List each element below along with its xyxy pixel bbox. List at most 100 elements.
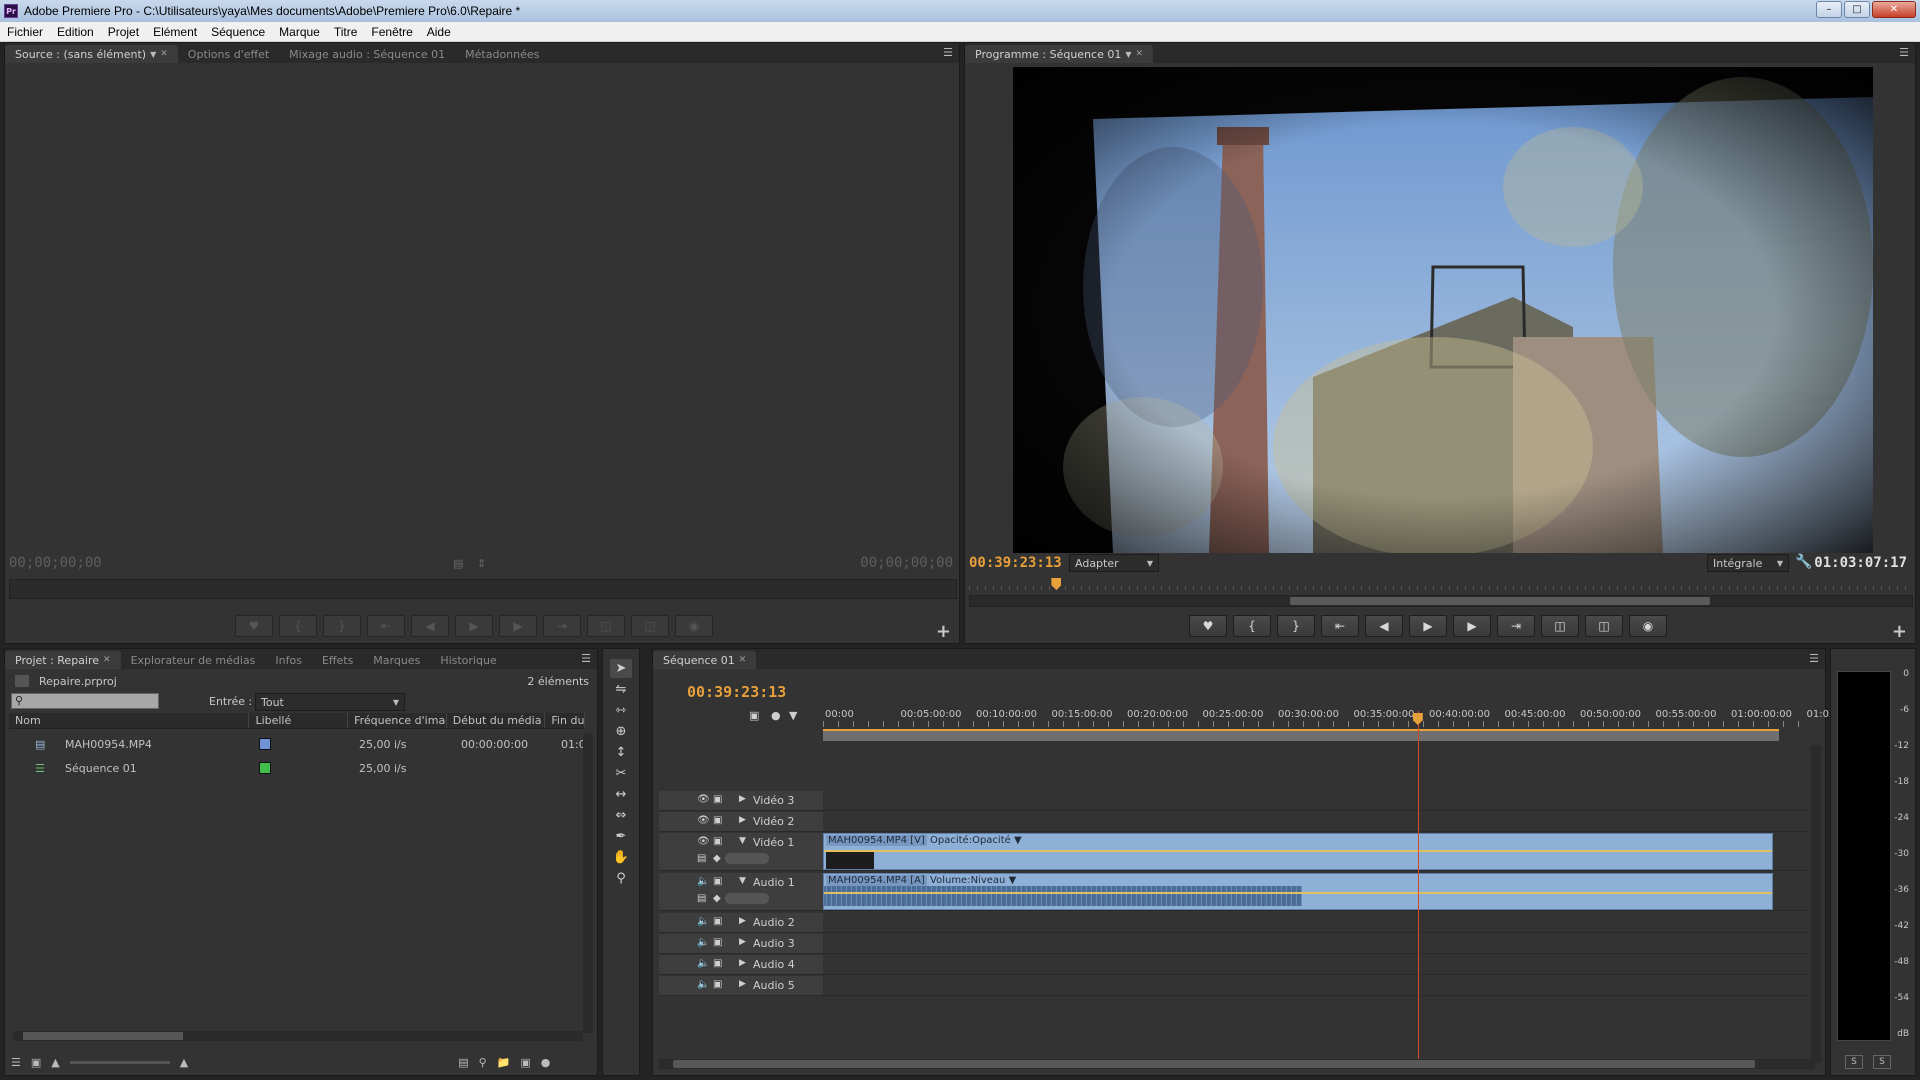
- entree-dropdown[interactable]: Tout ▼: [255, 693, 405, 711]
- mark-in-icon[interactable]: {: [1233, 615, 1271, 637]
- close-window-button[interactable]: ✕: [1872, 1, 1916, 18]
- step-forward-icon[interactable]: ▶: [1453, 615, 1491, 637]
- insert-icon[interactable]: ◫: [587, 615, 625, 637]
- track-header-audio4[interactable]: 🔈 ▣ ▶ Audio 4: [659, 955, 823, 975]
- menu-sequence[interactable]: Séquence: [204, 25, 272, 39]
- panel-menu-icon[interactable]: ☰: [1899, 46, 1909, 59]
- step-back-icon[interactable]: ◀: [411, 615, 449, 637]
- video-clip-effect[interactable]: Opacité:Opacité: [930, 835, 1011, 846]
- sync-lock-icon[interactable]: ▣: [713, 979, 722, 990]
- play-icon[interactable]: ▶: [455, 615, 493, 637]
- project-vertical-scrollbar[interactable]: [583, 733, 593, 1033]
- collapse-triangle-icon[interactable]: ▼: [739, 876, 746, 886]
- tab-program[interactable]: Programme : Séquence 01 ▼ ✕: [965, 45, 1154, 63]
- timeline-playhead-line[interactable]: [1417, 711, 1419, 1069]
- quality-dropdown[interactable]: Intégrale ▼: [1707, 554, 1789, 572]
- new-item-icon[interactable]: ▣: [520, 1056, 530, 1069]
- project-row-clip[interactable]: ▤ MAH00954.MP4 25,00 i/s 00:00:00:00 01:…: [9, 733, 586, 755]
- expand-triangle-icon[interactable]: ▶: [739, 794, 746, 804]
- work-area-bar[interactable]: [823, 729, 1779, 741]
- column-media-end[interactable]: Fin du m: [545, 713, 585, 728]
- list-view-icon[interactable]: ☰: [11, 1056, 21, 1069]
- mark-out-icon[interactable]: }: [323, 615, 361, 637]
- hand-tool-icon[interactable]: ✋: [610, 848, 632, 867]
- tab-metadata[interactable]: Métadonnées: [455, 45, 549, 63]
- track-header-audio2[interactable]: 🔈 ▣ ▶ Audio 2: [659, 913, 823, 933]
- razor-tool-icon[interactable]: ✂: [610, 764, 632, 783]
- go-to-in-icon[interactable]: ⇤: [1321, 615, 1359, 637]
- menu-projet[interactable]: Projet: [101, 25, 146, 39]
- automate-icon[interactable]: ▤: [458, 1056, 468, 1069]
- eye-icon[interactable]: 👁: [697, 815, 710, 826]
- add-marker-icon[interactable]: ●: [771, 709, 781, 722]
- timeline-ruler[interactable]: 00:00 00:05:00:00 00:10:00:00 00:15:00:00 00…: [823, 699, 1845, 729]
- fit-dropdown[interactable]: Adapter ▼: [1069, 554, 1159, 572]
- tab-audio-mixer[interactable]: Mixage audio : Séquence 01: [279, 45, 455, 63]
- drag-audio-icon[interactable]: ⇕: [477, 557, 486, 570]
- program-zoom-scrollbar[interactable]: [969, 595, 1913, 607]
- maximize-button[interactable]: □: [1844, 1, 1870, 18]
- icon-view-icon[interactable]: ▣: [31, 1056, 41, 1069]
- track-select-tool-icon[interactable]: ⇋: [610, 680, 632, 699]
- keyframe-nav[interactable]: [725, 853, 769, 864]
- collapse-triangle-icon[interactable]: ▼: [739, 836, 746, 846]
- slip-tool-icon[interactable]: ↔: [610, 785, 632, 804]
- tab-media-browser[interactable]: Explorateur de médias: [121, 651, 266, 669]
- clear-icon[interactable]: ●: [541, 1056, 551, 1069]
- sync-lock-icon[interactable]: ▣: [713, 876, 722, 887]
- track-header-video2[interactable]: 👁 ▣ ▶ Vidéo 2: [659, 812, 823, 832]
- close-tab-icon[interactable]: ✕: [160, 49, 168, 59]
- tab-effects[interactable]: Effets: [312, 651, 363, 669]
- keyframe-nav[interactable]: [725, 893, 769, 904]
- play-icon[interactable]: ▶: [1409, 615, 1447, 637]
- waveform-icon[interactable]: ▤: [697, 893, 706, 904]
- project-row-sequence[interactable]: ☰ Séquence 01 25,00 i/s: [9, 757, 585, 779]
- track-lane-audio1[interactable]: MAH00954.MP4 [A] Volume:Niveau ▼: [823, 873, 1809, 911]
- panel-menu-icon[interactable]: ☰: [943, 46, 953, 59]
- menu-edition[interactable]: Edition: [50, 25, 101, 39]
- track-header-audio3[interactable]: 🔈 ▣ ▶ Audio 3: [659, 934, 823, 954]
- sync-lock-icon[interactable]: ▣: [713, 916, 722, 927]
- chevron-down-icon[interactable]: ▼: [1125, 50, 1131, 59]
- go-to-out-icon[interactable]: ⇥: [543, 615, 581, 637]
- tab-effect-options[interactable]: Options d'effet: [178, 45, 279, 63]
- drag-video-icon[interactable]: ▤: [453, 557, 463, 570]
- speaker-icon[interactable]: 🔈: [697, 937, 709, 948]
- column-media-start[interactable]: Début du média: [447, 713, 546, 728]
- track-header-audio1[interactable]: 🔈 ▣ ▼ Audio 1 ▤ ◆: [659, 873, 823, 911]
- pen-tool-icon[interactable]: ✒: [610, 827, 632, 846]
- zoom-tool-icon[interactable]: ⚲: [610, 869, 632, 888]
- mark-out-icon[interactable]: }: [1277, 615, 1315, 637]
- panel-menu-icon[interactable]: ☰: [581, 652, 591, 665]
- program-timecode-duration[interactable]: 01:03:07:17: [1814, 555, 1907, 571]
- expand-triangle-icon[interactable]: ▶: [739, 937, 746, 947]
- close-tab-icon[interactable]: ✕: [1136, 49, 1144, 59]
- column-label[interactable]: Libellé: [249, 713, 349, 728]
- scrollbar-thumb[interactable]: [23, 1032, 183, 1040]
- timeline-horizontal-scrollbar[interactable]: [659, 1059, 1815, 1069]
- close-tab-icon[interactable]: ✕: [103, 655, 111, 665]
- tab-project[interactable]: Projet : Repaire ✕: [5, 651, 121, 669]
- track-lane-audio3[interactable]: [823, 934, 1809, 954]
- add-button-icon[interactable]: +: [1892, 621, 1907, 642]
- chevron-down-icon[interactable]: ▼: [1009, 875, 1017, 886]
- rate-stretch-tool-icon[interactable]: ↕: [610, 743, 632, 762]
- solo-right-button[interactable]: S: [1873, 1055, 1891, 1069]
- eye-icon[interactable]: 👁: [697, 836, 710, 847]
- menu-titre[interactable]: Titre: [327, 25, 365, 39]
- zoom-scrollbar-thumb[interactable]: [1290, 597, 1710, 605]
- zoom-slider[interactable]: [69, 1060, 170, 1064]
- column-framerate[interactable]: Fréquence d'image: [348, 713, 447, 728]
- marker-icon[interactable]: ♥: [235, 615, 273, 637]
- step-forward-icon[interactable]: ▶: [499, 615, 537, 637]
- minimize-button[interactable]: –: [1816, 1, 1842, 18]
- source-scrubber[interactable]: [9, 579, 957, 599]
- sync-lock-icon[interactable]: ▣: [713, 815, 722, 826]
- extract-icon[interactable]: ◫: [1585, 615, 1623, 637]
- track-lane-video2[interactable]: [823, 812, 1809, 832]
- snap-icon[interactable]: ▣: [749, 709, 759, 722]
- selection-tool-icon[interactable]: ➤: [610, 659, 632, 678]
- track-lane-video1[interactable]: MAH00954.MP4 [V] Opacité:Opacité ▼: [823, 833, 1809, 871]
- ripple-edit-tool-icon[interactable]: ⇿: [610, 701, 632, 720]
- go-to-in-icon[interactable]: ⇤: [367, 615, 405, 637]
